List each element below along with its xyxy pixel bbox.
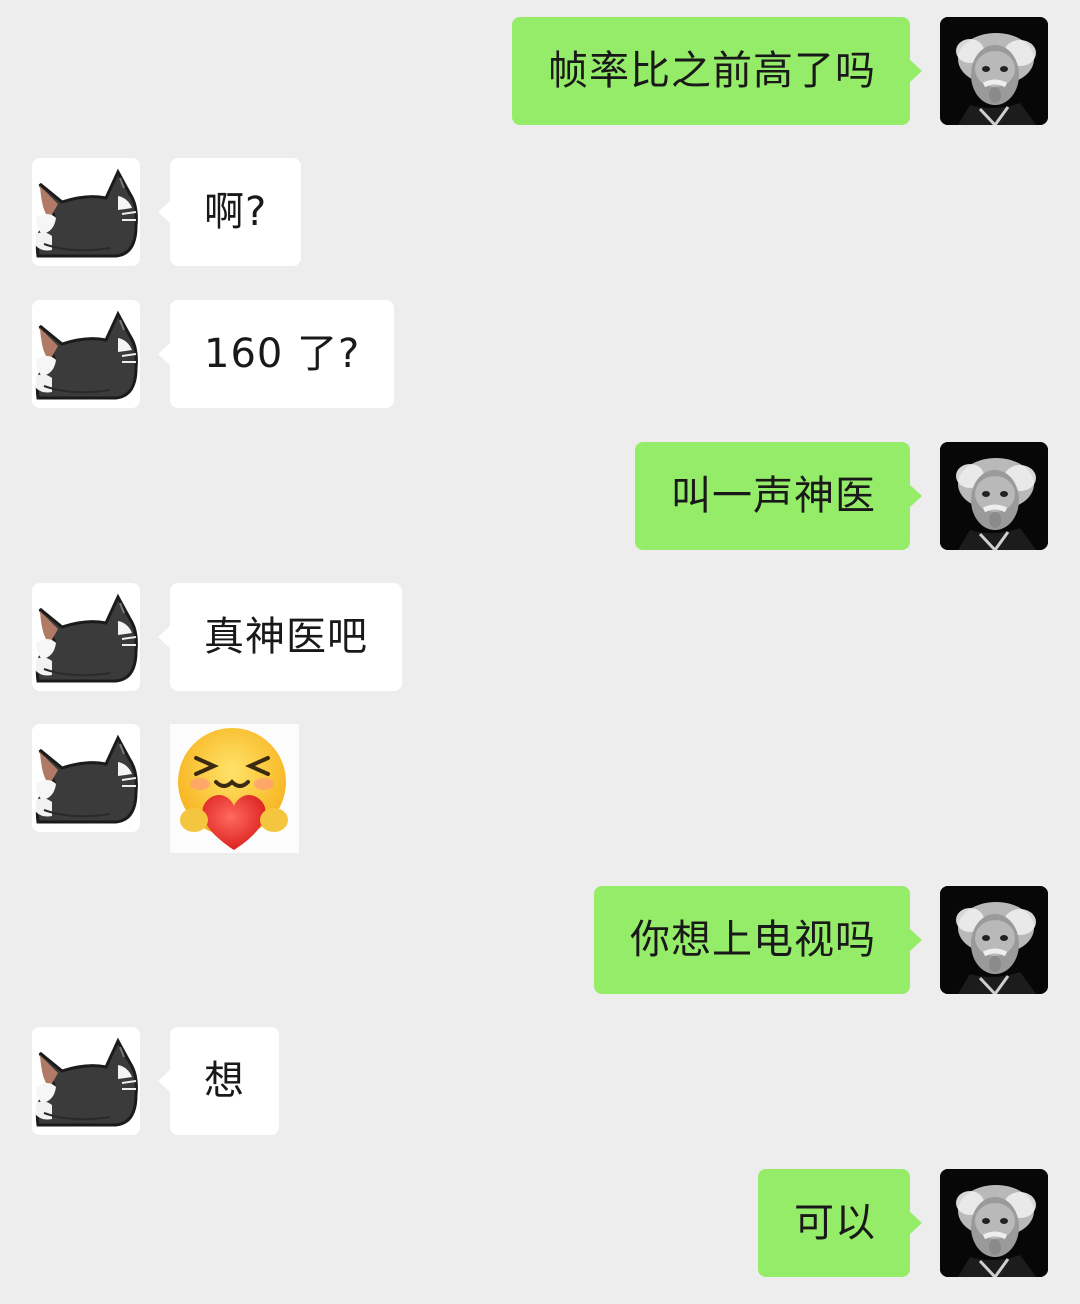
- my-avatar[interactable]: [940, 442, 1048, 550]
- message-row-outgoing: 叫一声神医: [0, 442, 1080, 552]
- message-text: 叫一声神医: [671, 473, 876, 519]
- message-text: 你想上电视吗: [630, 917, 876, 963]
- outgoing-message-bubble[interactable]: 可以: [758, 1169, 922, 1277]
- blushing-face-hugging-heart-icon: [178, 728, 288, 850]
- contact-avatar[interactable]: [32, 300, 140, 408]
- incoming-message-bubble[interactable]: 想: [158, 1027, 279, 1135]
- sticker-message[interactable]: [170, 724, 299, 853]
- incoming-message-bubble[interactable]: 真神医吧: [158, 583, 402, 691]
- einstein-avatar-icon: [940, 1169, 1048, 1277]
- contact-avatar[interactable]: [32, 724, 140, 832]
- message-text: 160 了?: [204, 331, 361, 377]
- incoming-message-bubble[interactable]: 160 了?: [157, 300, 395, 408]
- my-avatar[interactable]: [940, 886, 1048, 994]
- chat-message-list[interactable]: 帧率比之前高了吗 啊? 160 了? 叫一声神医 真神医吧 你想上电视吗 想 可…: [0, 0, 1080, 1304]
- black-cat-avatar-icon: [32, 583, 140, 691]
- message-row-outgoing: 可以: [0, 1169, 1080, 1279]
- black-cat-avatar-icon: [32, 1027, 140, 1135]
- black-cat-avatar-icon: [32, 724, 140, 832]
- einstein-avatar-icon: [940, 17, 1048, 125]
- message-text: 可以: [794, 1200, 876, 1246]
- outgoing-message-bubble[interactable]: 你想上电视吗: [594, 886, 922, 994]
- contact-avatar[interactable]: [32, 158, 140, 266]
- my-avatar[interactable]: [940, 17, 1048, 125]
- message-row-outgoing: 帧率比之前高了吗: [0, 17, 1080, 127]
- contact-avatar[interactable]: [32, 583, 140, 691]
- incoming-message-bubble[interactable]: 啊?: [157, 158, 302, 266]
- message-row-incoming: [0, 724, 1080, 854]
- message-row-outgoing: 你想上电视吗: [0, 886, 1080, 996]
- message-text: 想: [204, 1058, 245, 1104]
- message-text: 真神医吧: [204, 614, 368, 660]
- message-row-incoming: 啊?: [0, 158, 1080, 268]
- einstein-avatar-icon: [940, 886, 1048, 994]
- message-text: 啊?: [204, 189, 268, 235]
- outgoing-message-bubble[interactable]: 叫一声神医: [635, 442, 922, 550]
- message-text: 帧率比之前高了吗: [548, 48, 876, 94]
- message-row-incoming: 真神医吧: [0, 583, 1080, 693]
- contact-avatar[interactable]: [32, 1027, 140, 1135]
- my-avatar[interactable]: [940, 1169, 1048, 1277]
- black-cat-avatar-icon: [32, 300, 140, 408]
- message-row-incoming: 160 了?: [0, 300, 1080, 410]
- message-row-incoming: 想: [0, 1027, 1080, 1137]
- outgoing-message-bubble[interactable]: 帧率比之前高了吗: [512, 17, 922, 125]
- black-cat-avatar-icon: [32, 158, 140, 266]
- einstein-avatar-icon: [940, 442, 1048, 550]
